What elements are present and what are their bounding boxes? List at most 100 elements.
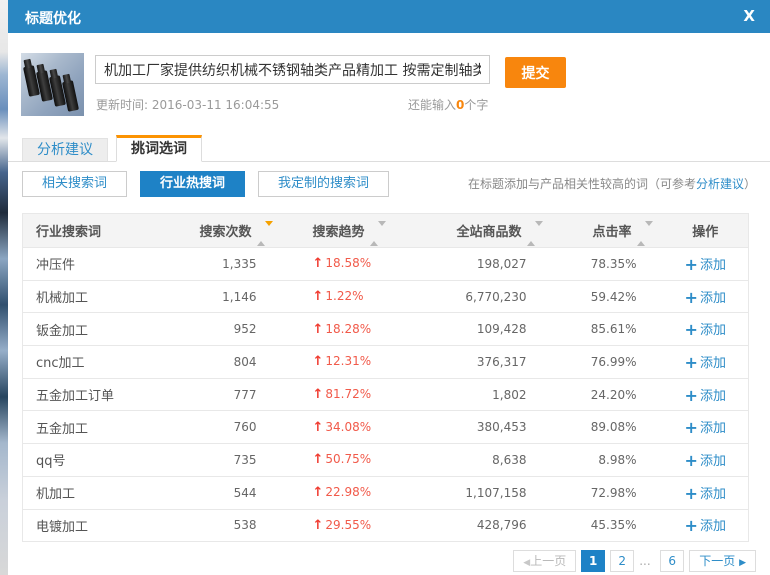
trend-cell: ↑50.75% xyxy=(283,444,413,477)
trend-up-icon: ↑ xyxy=(313,256,324,271)
next-page-button[interactable]: 下一页 ▶ xyxy=(689,550,756,572)
sort-icon-search-count[interactable] xyxy=(257,226,273,241)
products-cell: 376,317 xyxy=(413,346,553,379)
plus-icon: + xyxy=(685,418,698,437)
plus-icon: + xyxy=(685,516,698,535)
action-cell: +添加 xyxy=(663,378,749,411)
trend-up-icon: ↑ xyxy=(313,289,324,304)
ctr-cell: 72.98% xyxy=(553,476,663,509)
trend-value: 29.55% xyxy=(325,518,371,532)
column-header-keyword: 行业搜索词 xyxy=(23,214,183,248)
column-header-search-count: 搜索次数 xyxy=(183,214,283,248)
add-label: 添加 xyxy=(700,487,726,502)
hint-suffix: ） xyxy=(744,177,756,191)
trend-cell: ↑12.31% xyxy=(283,346,413,379)
action-cell: +添加 xyxy=(663,411,749,444)
table-row: 机加工544↑22.98%1,107,15872.98% +添加 xyxy=(23,476,749,509)
product-thumbnail xyxy=(21,53,84,116)
trend-value: 18.58% xyxy=(325,256,371,270)
add-label: 添加 xyxy=(700,421,726,436)
prev-page-button[interactable]: ◀上一页 xyxy=(513,550,576,572)
modal-title: 标题优化 xyxy=(25,8,81,28)
header-row: 行业搜索词 搜索次数 搜索趋势 全站商品数 点击率 操作 xyxy=(23,214,749,248)
trend-cell: ↑1.22% xyxy=(283,280,413,313)
add-button[interactable]: +添加 xyxy=(685,421,726,436)
add-button[interactable]: +添加 xyxy=(685,487,726,502)
add-button[interactable]: +添加 xyxy=(685,323,726,338)
next-arrow-icon: ▶ xyxy=(739,558,746,568)
add-button[interactable]: +添加 xyxy=(685,454,726,469)
products-cell: 109,428 xyxy=(413,313,553,346)
tab-analysis-suggestions[interactable]: 分析建议 xyxy=(22,138,108,161)
action-cell: +添加 xyxy=(663,509,749,542)
close-icon[interactable]: X xyxy=(743,7,755,25)
ctr-cell: 89.08% xyxy=(553,411,663,444)
page-6-button[interactable]: 6 xyxy=(660,550,684,572)
keyword-cell: 冲压件 xyxy=(23,248,183,281)
trend-cell: ↑22.98% xyxy=(283,476,413,509)
table-row: cnc加工804↑12.31%376,31776.99%+添加 xyxy=(23,346,749,379)
filter-industry-hot-words[interactable]: 行业热搜词 xyxy=(140,171,245,197)
action-cell: +添加 xyxy=(663,280,749,313)
filter-my-custom-words[interactable]: 我定制的搜索词 xyxy=(258,171,389,197)
tab-pick-words[interactable]: 挑词选词 xyxy=(116,135,202,162)
keyword-cell: 五金加工 xyxy=(23,411,183,444)
plus-icon: + xyxy=(685,353,698,372)
products-cell: 198,027 xyxy=(413,248,553,281)
ctr-cell: 59.42% xyxy=(553,280,663,313)
products-cell: 6,770,230 xyxy=(413,280,553,313)
keyword-table-body: 冲压件1,335↑18.58%198,02778.35%+添加机械加工1,146… xyxy=(23,248,749,542)
filter-button-group: 相关搜索词 行业热搜词 我定制的搜索词 xyxy=(22,171,389,197)
char-remaining-suffix: 个字 xyxy=(464,98,488,112)
add-label: 添加 xyxy=(700,356,726,371)
add-button[interactable]: +添加 xyxy=(685,519,726,534)
plus-icon: + xyxy=(685,320,698,339)
search-count-cell: 777 xyxy=(183,378,283,411)
add-button[interactable]: +添加 xyxy=(685,356,726,371)
keyword-cell: cnc加工 xyxy=(23,346,183,379)
keyword-cell: 电镀加工 xyxy=(23,509,183,542)
update-time: 更新时间: 2016-03-11 16:04:55 xyxy=(96,96,279,113)
keyword-cell: 机加工 xyxy=(23,476,183,509)
char-remaining: 还能输入0个字 xyxy=(408,96,488,113)
action-cell: +添加 xyxy=(663,476,749,509)
plus-icon: + xyxy=(685,288,698,307)
table-row: qq号735↑50.75%8,6388.98%+添加 xyxy=(23,444,749,477)
plus-icon: + xyxy=(685,255,698,274)
search-count-cell: 544 xyxy=(183,476,283,509)
sort-icon-search-trend[interactable] xyxy=(370,226,386,241)
page-1-button[interactable]: 1 xyxy=(581,550,605,572)
sort-icon-ctr[interactable] xyxy=(637,226,653,241)
trend-cell: ↑34.08% xyxy=(283,411,413,444)
search-count-cell: 1,335 xyxy=(183,248,283,281)
page-2-button[interactable]: 2 xyxy=(610,550,634,572)
trend-up-icon: ↑ xyxy=(313,354,324,369)
products-cell: 380,453 xyxy=(413,411,553,444)
plus-icon: + xyxy=(685,484,698,503)
ctr-cell: 78.35% xyxy=(553,248,663,281)
ctr-cell: 24.20% xyxy=(553,378,663,411)
keyword-table-header: 行业搜索词 搜索次数 搜索趋势 全站商品数 点击率 操作 xyxy=(23,214,749,248)
add-button[interactable]: +添加 xyxy=(685,291,726,306)
column-header-action: 操作 xyxy=(663,214,749,248)
column-header-product-count: 全站商品数 xyxy=(413,214,553,248)
keyword-cell: 钣金加工 xyxy=(23,313,183,346)
submit-button[interactable]: 提交 xyxy=(505,57,566,88)
products-cell: 1,107,158 xyxy=(413,476,553,509)
plus-icon: + xyxy=(685,386,698,405)
add-label: 添加 xyxy=(700,323,726,338)
sort-icon-product-count[interactable] xyxy=(527,226,543,241)
add-label: 添加 xyxy=(700,389,726,404)
trend-up-icon: ↑ xyxy=(313,485,324,500)
add-button[interactable]: +添加 xyxy=(685,389,726,404)
filter-related-search-words[interactable]: 相关搜索词 xyxy=(22,171,127,197)
column-header-search-trend: 搜索趋势 xyxy=(283,214,413,248)
table-row: 电镀加工538↑29.55%428,79645.35%+添加 xyxy=(23,509,749,542)
add-button[interactable]: +添加 xyxy=(685,258,726,273)
search-count-cell: 760 xyxy=(183,411,283,444)
trend-value: 18.28% xyxy=(325,322,371,336)
title-input[interactable] xyxy=(95,55,490,84)
products-cell: 428,796 xyxy=(413,509,553,542)
action-cell: +添加 xyxy=(663,444,749,477)
analysis-suggestions-link[interactable]: 分析建议 xyxy=(696,177,744,191)
